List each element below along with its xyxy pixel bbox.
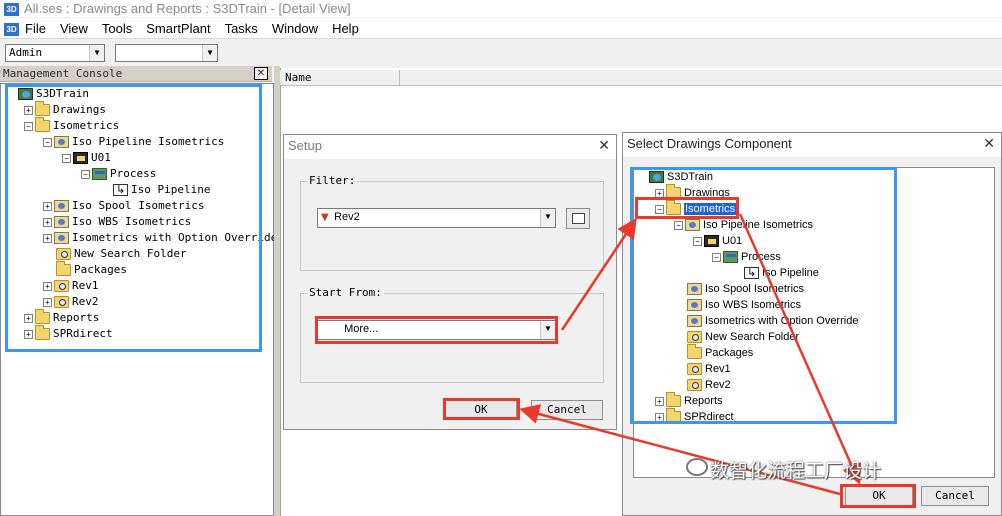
- wechat-logo-icon: [686, 458, 708, 476]
- arrow-start-from-to-isometrics: [560, 217, 637, 331]
- watermark-text: 数智化流程工厂设计: [710, 460, 882, 482]
- arrow-isometrics-to-ok: [738, 213, 862, 485]
- annotation-arrows: [519, 213, 862, 496]
